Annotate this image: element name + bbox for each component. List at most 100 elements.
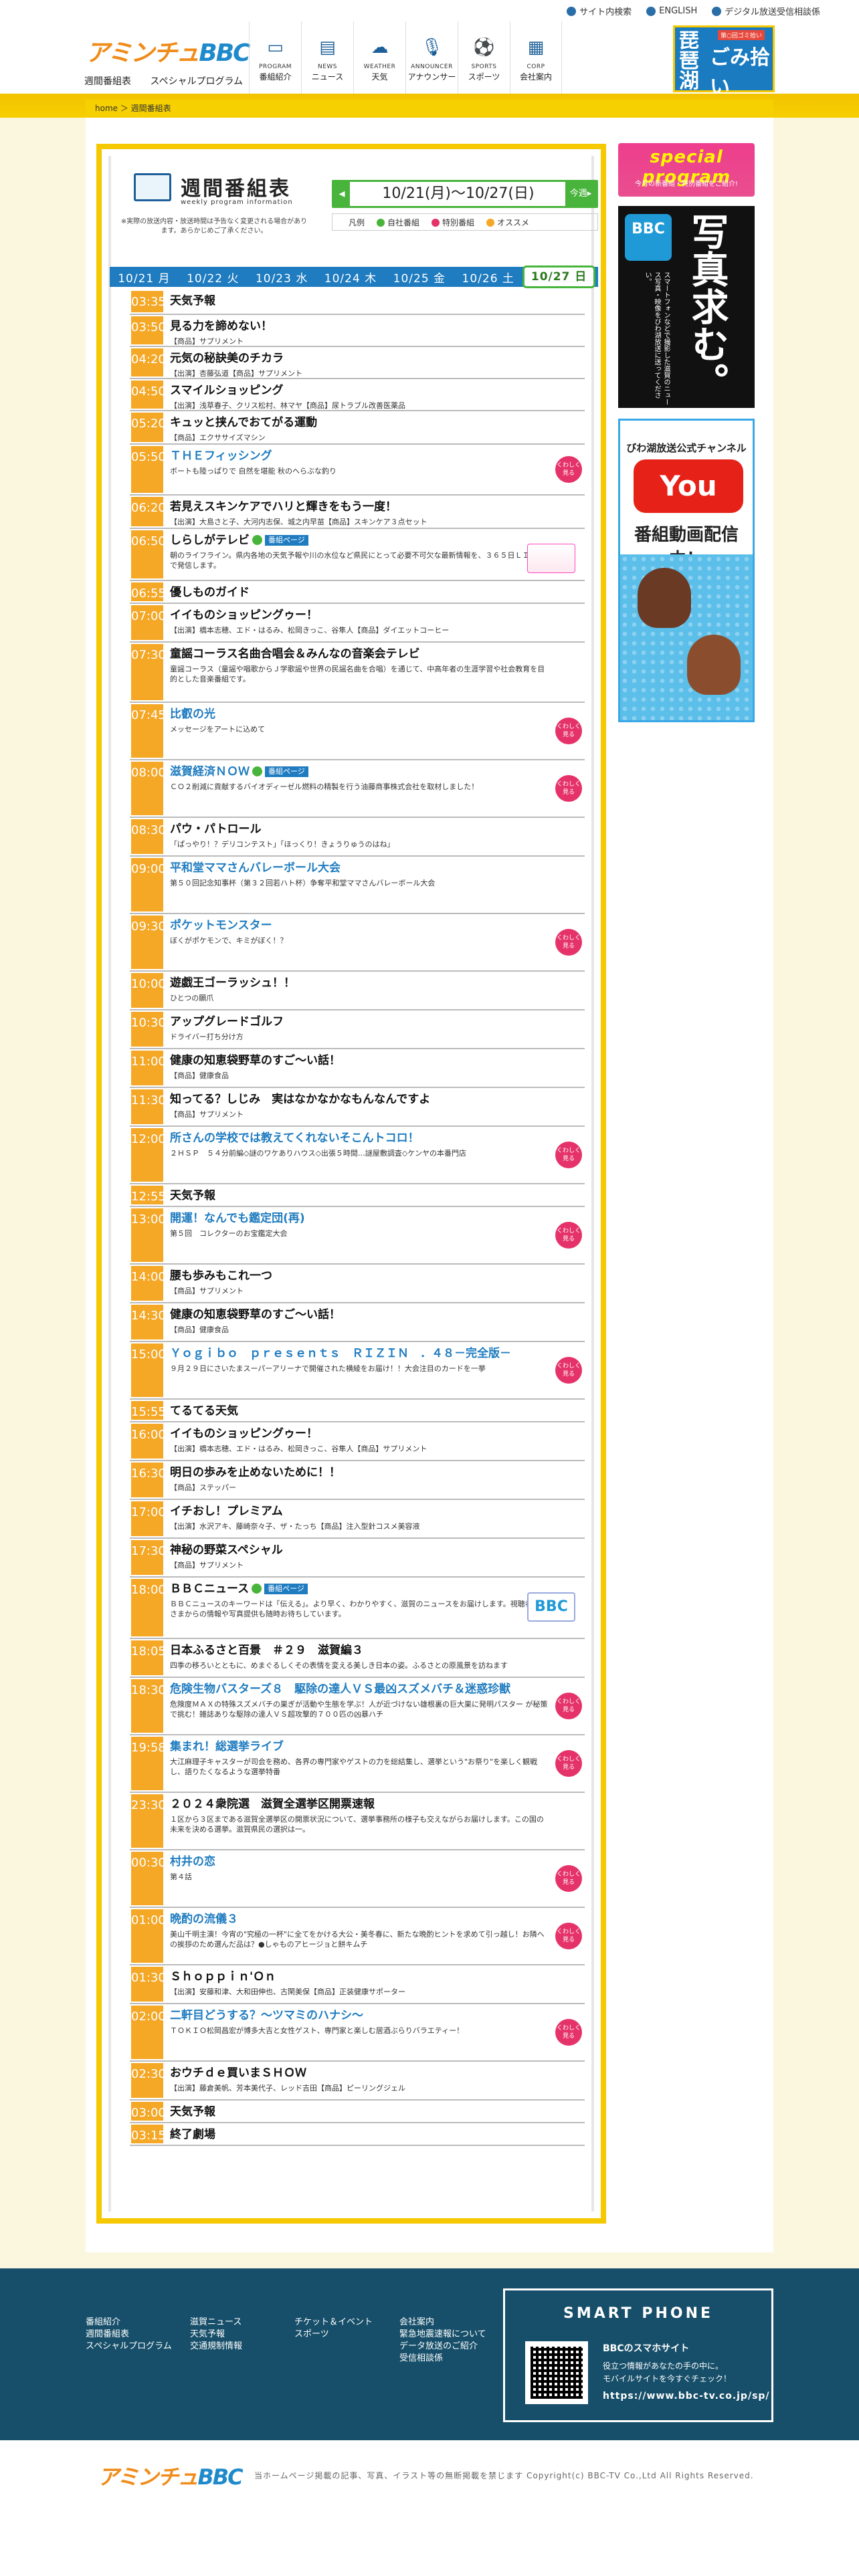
photo-request-banner[interactable]: BBC スマートフォンなどで撮影した滋賀のニュース写真・映像をびわ湖放送に送って… <box>618 206 755 408</box>
program-title[interactable]: 集まれ！総選挙ライブ <box>170 1739 578 1754</box>
program-title[interactable]: 平和堂ママさんバレーボール大会 <box>170 861 578 875</box>
program-title[interactable]: 所さんの学校では教えてくれないそこんトコロ！ <box>170 1131 578 1146</box>
program-cell[interactable]: イチおし！プレミアム 【出演】水沢アキ、藤崎奈々子、ザ・たっち【商品】注入型針コス… <box>165 1500 585 1537</box>
footer-link[interactable]: 天気予報 <box>190 2329 242 2340</box>
program-title[interactable]: ＴＨＥフィッシング <box>170 449 578 463</box>
footer-link[interactable]: スペシャルプログラム <box>86 2341 172 2352</box>
details-button[interactable]: くわしく 見る <box>555 929 582 956</box>
details-button[interactable]: くわしく 見る <box>555 775 582 802</box>
program-cell[interactable]: ＴＨＥフィッシング ボートも陸っぱりで 自然を堪能 秋のへらぶな釣り くわしく 見る <box>165 445 585 494</box>
prev-week-button[interactable]: ◂ <box>334 182 350 206</box>
program-cell[interactable]: Ｙｏｇｉｂｏ ｐｒｅｓｅｎｔｓ ＲＩＺＩＮ ．４８－完全版－ ９月２９日にさいたま… <box>165 1342 585 1398</box>
program-cell[interactable]: 滋賀経済ＮＯＷ 番組ページ ＣＯ２削減に貢献するバイオディーゼル燃料の精製を行う油藤… <box>165 760 585 817</box>
nav-program[interactable]: ▭ PROGRAM 番組紹介 <box>249 21 301 96</box>
program-cell[interactable]: 腰も歩みもこれ一つ 【商品】サプリメント <box>165 1265 585 1302</box>
footer-link[interactable]: チケット＆イベント <box>294 2317 373 2328</box>
program-cell[interactable]: 所さんの学校では教えてくれないそこんトコロ！ ２ＨＳＰ ５４分前編◇謎のワケありハ… <box>165 1127 585 1183</box>
program-title[interactable]: 晩酌の流儀３ <box>170 1912 578 1927</box>
smartphone-url[interactable]: https://www.bbc-tv.co.jp/sp/ <box>603 2391 770 2401</box>
this-week-button[interactable]: 今週▸ <box>565 182 596 206</box>
tab-day-2[interactable]: 10/22 火 <box>179 269 248 286</box>
program-title[interactable]: 危険生物バスターズ８ 駆除の達人ＶＳ最凶スズメバチ＆迷惑珍獣 <box>170 1682 578 1697</box>
program-cell[interactable]: 集まれ！総選挙ライブ 大江麻理子キャスターが司会を務め、各界の専門家やゲストの力を… <box>165 1735 585 1792</box>
program-cell[interactable]: 明日の歩みを止めないために！！ 【商品】ステッパー <box>165 1461 585 1499</box>
details-button[interactable]: くわしく 見る <box>555 1750 582 1777</box>
details-button[interactable]: くわしく 見る <box>555 456 582 483</box>
nav-news[interactable]: ▤ NEWS ニュース <box>301 21 353 96</box>
program-cell[interactable]: イイものショッピングゥー！ 【出演】橋本志穂、エド・はるみ、松岡きっこ、谷隼人【商… <box>165 604 585 641</box>
details-button[interactable]: くわしく 見る <box>555 718 582 744</box>
program-cell[interactable]: 晩酌の流儀３ 美山千明主演！今宵の"究極の一杯"に全てをかける大公・美冬春に、新た… <box>165 1908 585 1964</box>
nav-corp[interactable]: ▦ CORP 会社案内 <box>510 21 562 96</box>
tab-day-7[interactable]: 10/27 日 <box>522 265 596 288</box>
program-cell[interactable]: 天気予報 <box>165 290 585 314</box>
program-cell[interactable]: スマイルショッピング 【出演】浅草春子、クリス松村、林マヤ【商品】尿トラブル改善医… <box>165 379 585 410</box>
program-cell[interactable]: 平和堂ママさんバレーボール大会 第５０回記念知事杯（第３２回若ハト杯）争奪平和堂マ… <box>165 857 585 913</box>
details-button[interactable]: くわしく 見る <box>555 1923 582 1949</box>
site-search-link[interactable]: サイト内検索 <box>567 5 632 17</box>
program-title[interactable]: Ｙｏｇｉｂｏ ｐｒｅｓｅｎｔｓ ＲＩＺＩＮ ．４８－完全版－ <box>170 1346 578 1361</box>
footer-link[interactable]: スポーツ <box>294 2329 373 2340</box>
program-cell[interactable]: しらしがテレビ 番組ページ 朝のライフライン。県内各地の天気予報や川の水位など県民に… <box>165 529 585 580</box>
program-cell[interactable]: 健康の知恵袋野草のすご〜い話！ 【商品】健康食品 <box>165 1303 585 1341</box>
footer-link[interactable]: データ放送のご紹介 <box>399 2341 486 2352</box>
program-cell[interactable]: 若見えスキンケアでハリと輝きをもう一度！ 【出演】大島さと子、大河内志保、城之内早… <box>165 496 585 528</box>
reception-link[interactable]: デジタル放送受信相談係 <box>712 5 820 17</box>
details-button[interactable]: くわしく 見る <box>555 2019 582 2046</box>
program-cell[interactable]: 村井の恋 第４話 くわしく 見る <box>165 1850 585 1907</box>
program-cell[interactable]: てるてる天気 <box>165 1400 585 1421</box>
program-title[interactable]: 比叡の光 <box>170 707 578 722</box>
program-title[interactable]: 二軒目どうする？～ツマミのハナシ～ <box>170 2008 578 2023</box>
program-title[interactable]: 滋賀経済ＮＯＷ 番組ページ <box>170 764 578 779</box>
english-link[interactable]: ENGLISH <box>646 5 697 17</box>
program-cell[interactable]: 元気の秘訣美のチカラ 【出演】杏藤弘道【商品】サプリメント <box>165 347 585 378</box>
program-cell[interactable]: ２０２４衆院選 滋賀全選挙区開票速報 １区から３区まである滋賀全選挙区の開票状況に… <box>165 1793 585 1849</box>
program-cell[interactable]: Ｓｈｏｐｐｉｎ'Ｏｎ 【出演】安藤和津、大和田伸也、古閑美保【商品】正装健康サポー… <box>165 1965 585 2003</box>
program-cell[interactable]: 見る力を諦めない！ 【商品】サプリメント <box>165 315 585 346</box>
program-title[interactable]: ポケットモンスター <box>170 918 578 933</box>
program-page-badge[interactable]: 番組ページ <box>265 766 308 777</box>
program-cell[interactable]: おウチｄｅ買いまＳＨＯＷ 【出演】藤倉美帆、芳本美代子、レッド吉田【商品】ピーリン… <box>165 2062 585 2099</box>
footer-link[interactable]: 番組紹介 <box>86 2317 172 2328</box>
footer-link[interactable]: 受信相談係 <box>399 2353 486 2364</box>
program-cell[interactable]: 天気予報 <box>165 2101 585 2122</box>
details-button[interactable]: くわしく 見る <box>555 1357 582 1384</box>
details-button[interactable]: くわしく 見る <box>555 1142 582 1168</box>
program-cell[interactable]: アップグレードゴルフ ドライバー打ち分け方 <box>165 1010 585 1048</box>
tab-day-3[interactable]: 10/23 水 <box>248 269 316 286</box>
program-cell[interactable]: ポケットモンスター ぼくがポケモンで、キミがぼく！？ くわしく 見る <box>165 914 585 970</box>
footer-link[interactable]: 週間番組表 <box>86 2329 172 2340</box>
tab-day-4[interactable]: 10/24 木 <box>316 269 385 286</box>
program-cell[interactable]: 開運！なんでも鑑定団(再) 第５回 コレクターのお宝鑑定大会 くわしく 見る <box>165 1207 585 1263</box>
breadcrumb-home[interactable]: home <box>95 104 118 113</box>
footer-link[interactable]: 緊急地震速報について <box>399 2329 486 2340</box>
tab-day-6[interactable]: 10/26 土 <box>454 269 522 286</box>
program-page-badge[interactable]: 番組ページ <box>264 1584 308 1594</box>
sublink-weekly[interactable]: 週間番組表 <box>84 76 131 87</box>
nav-weather[interactable]: ☁ WEATHER 天気 <box>353 21 405 96</box>
program-cell[interactable]: 優しものガイド <box>165 581 585 603</box>
footer-link[interactable]: 交通規制情報 <box>190 2341 242 2352</box>
program-cell[interactable]: ＢＢＣニュース 番組ページ ＢＢＣニュースのキーワードは「伝える」。より早く、わかり… <box>165 1578 585 1638</box>
tab-day-1[interactable]: 10/21 月 <box>110 269 179 286</box>
footer-link[interactable]: 会社案内 <box>399 2317 486 2328</box>
program-cell[interactable]: 遊戯王ゴーラッシュ！！ ひとつの願爪 <box>165 972 585 1009</box>
program-cell[interactable]: 健康の知恵袋野草のすご〜い話！ 【商品】健康食品 <box>165 1049 585 1087</box>
program-cell[interactable]: 神秘の野菜スペシャル 【商品】サプリメント <box>165 1539 585 1576</box>
program-cell[interactable]: 比叡の光 メッセージをアートに込めて くわしく 見る <box>165 703 585 759</box>
details-button[interactable]: くわしく 見る <box>555 1222 582 1249</box>
nav-sports[interactable]: ⚽ SPORTS スポーツ <box>458 21 510 96</box>
program-cell[interactable]: 童謡コーラス名曲合唱会＆みんなの音楽会テレビ 童謡コーラス（童謡や唱歌からＪ学歌謡… <box>165 643 585 702</box>
program-title[interactable]: 開運！なんでも鑑定団(再) <box>170 1211 578 1226</box>
program-cell[interactable]: 天気予報 <box>165 1184 585 1206</box>
program-title[interactable]: 村井の恋 <box>170 1854 578 1869</box>
nav-announcer[interactable]: 🎙 ANNOUNCER アナウンサー <box>405 21 458 96</box>
footer-logo[interactable]: アミンチュBBC <box>98 2460 244 2491</box>
footer-link[interactable]: 滋賀ニュース <box>190 2317 242 2328</box>
program-cell[interactable]: パウ・パトロール 「ぱっやり！？デリコンテスト」「ほっくり！きょうりゅうのはね」 <box>165 818 585 855</box>
logo[interactable]: アミンチュBBC <box>86 33 251 68</box>
biwako-banner[interactable]: 琵琶湖 第○回ゴミ拾い ごみ拾い <box>673 25 775 99</box>
program-cell[interactable]: イイものショッピングゥー！ 【出演】橋本志穂、エド・はるみ、松岡きっこ、谷隼人【商… <box>165 1422 585 1460</box>
program-cell[interactable]: 日本ふるさと百景 ＃２９ 滋賀編３ 四季の移ろいとともに、めまぐるしくその表情を変… <box>165 1639 585 1677</box>
program-page-badge[interactable]: 番組ページ <box>265 535 308 546</box>
